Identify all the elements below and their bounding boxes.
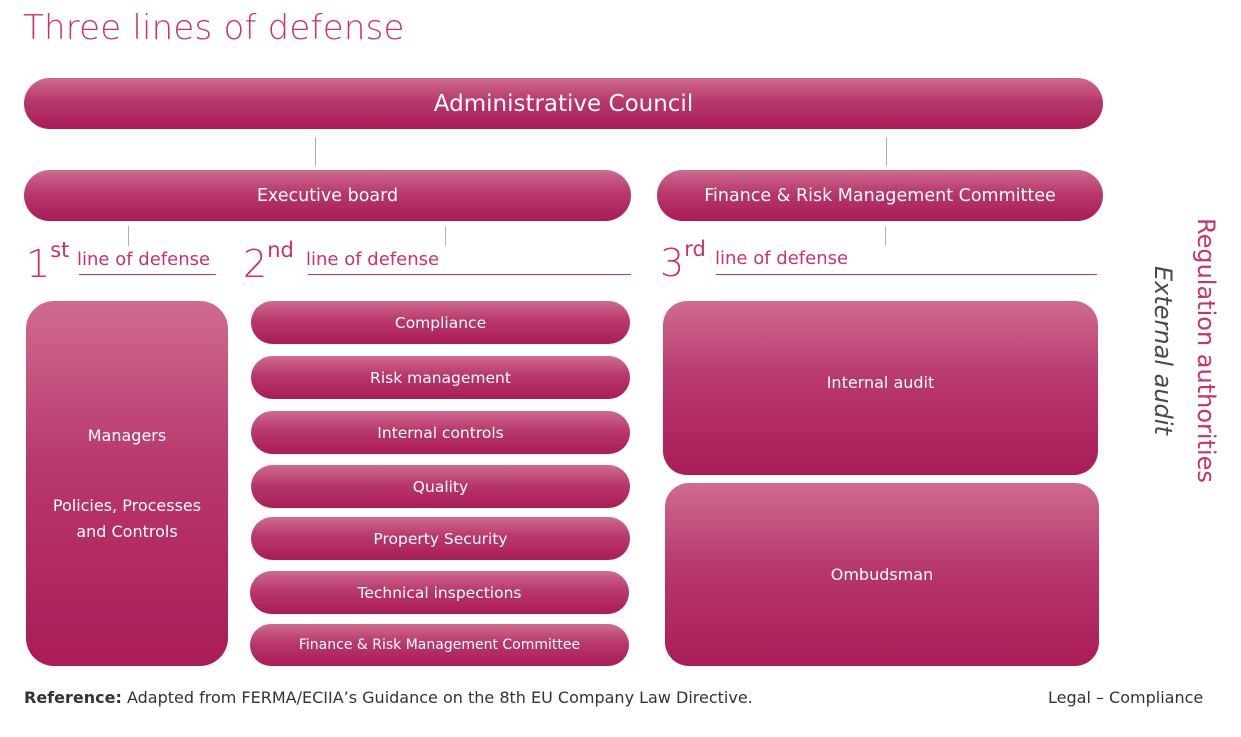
second-line-item-label: Technical inspections — [357, 583, 522, 602]
policies-label-line2: and Controls — [76, 521, 178, 541]
administrative-council-label: Administrative Council — [433, 90, 694, 117]
first-line-suffix: st — [50, 238, 70, 262]
connector-line — [315, 137, 316, 166]
first-line-heading: 1st — [26, 238, 69, 286]
external-audit-label: External audit — [1149, 266, 1177, 435]
third-line-heading: 3rd — [660, 237, 706, 285]
third-line-number: 3 — [660, 241, 685, 285]
internal-audit-label: Internal audit — [826, 372, 935, 392]
second-line-item-label: Finance & Risk Management Committee — [298, 637, 581, 653]
second-line-item: Compliance — [251, 301, 630, 344]
second-line-item-label: Compliance — [394, 313, 487, 332]
second-line-item: Technical inspections — [250, 571, 629, 614]
second-line-underline — [308, 274, 631, 275]
reference-footer: Reference: Adapted from FERMA/ECIIA’s Gu… — [24, 688, 753, 707]
second-line-item-label: Internal controls — [377, 423, 504, 442]
second-line-heading: 2nd — [243, 238, 294, 286]
page-title: Three lines of defense — [23, 8, 405, 48]
second-line-item: Risk management — [251, 356, 630, 399]
first-line-number: 1 — [26, 242, 51, 286]
second-line-number: 2 — [243, 242, 268, 286]
administrative-council-box: Administrative Council — [24, 78, 1103, 129]
ombudsman-label: Ombudsman — [830, 565, 934, 584]
third-line-label: line of defense — [715, 248, 849, 269]
second-line-item-label: Risk management — [370, 368, 511, 387]
footer-right-label: Legal – Compliance — [1048, 688, 1204, 707]
second-line-item: Property Security — [251, 517, 630, 560]
ombudsman-box: Ombudsman — [665, 483, 1099, 666]
reference-label: Reference: — [24, 688, 122, 707]
third-line-suffix: rd — [684, 237, 706, 261]
policies-label-line1: Policies, Processes — [52, 495, 202, 515]
finance-committee-label: Finance & Risk Management Committee — [704, 185, 1056, 206]
managers-box: Managers Policies, Processes and Control… — [26, 301, 228, 666]
second-line-item: Finance & Risk Management Committee — [250, 624, 629, 666]
connector-line — [885, 226, 886, 246]
second-line-item: Internal controls — [251, 411, 630, 454]
second-line-item-label: Property Security — [373, 529, 508, 548]
regulation-authorities-label: Regulation authorities — [1192, 218, 1220, 483]
second-line-label: line of defense — [306, 249, 440, 270]
second-line-suffix: nd — [267, 238, 294, 262]
executive-board-label: Executive board — [256, 185, 399, 206]
connector-line — [445, 226, 446, 246]
second-line-item: Quality — [251, 465, 630, 508]
connector-line — [128, 226, 129, 246]
connector-line — [886, 137, 887, 166]
finance-committee-box: Finance & Risk Management Committee — [657, 170, 1103, 221]
second-line-item-label: Quality — [412, 477, 469, 496]
managers-label: Managers — [87, 425, 167, 445]
first-line-underline — [79, 274, 216, 275]
third-line-underline — [716, 274, 1097, 275]
reference-text: Adapted from FERMA/ECIIA’s Guidance on t… — [126, 688, 753, 707]
first-line-label: line of defense — [77, 249, 211, 270]
internal-audit-box: Internal audit — [663, 301, 1098, 475]
executive-board-box: Executive board — [24, 170, 631, 221]
